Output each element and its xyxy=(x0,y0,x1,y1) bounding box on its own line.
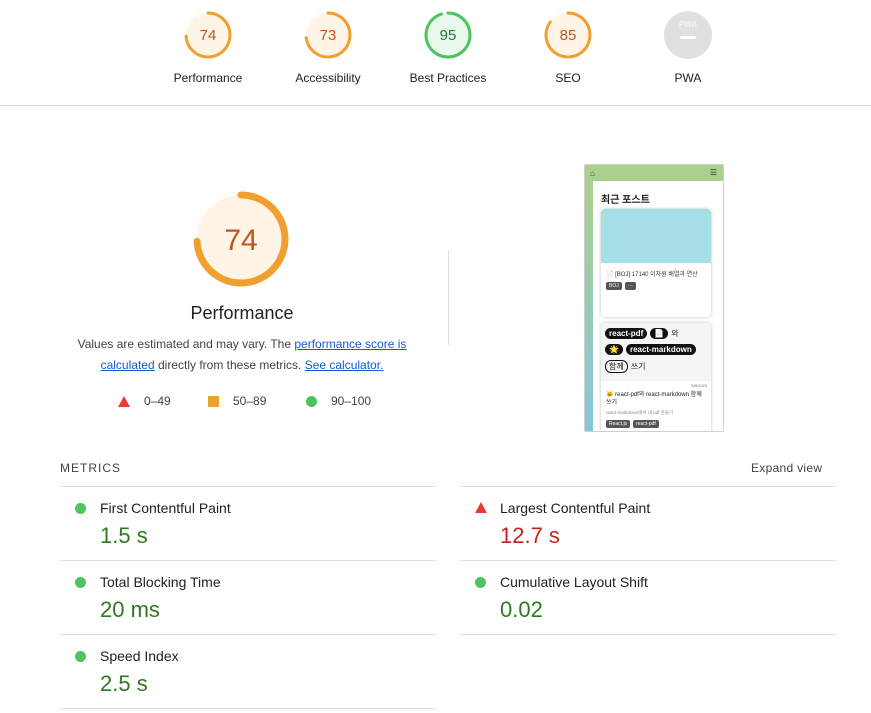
card-tag: react-pdf xyxy=(633,420,659,428)
gauge-label: Performance xyxy=(173,71,243,85)
metric-name: First Contentful Paint xyxy=(100,500,231,516)
pass-circle-icon xyxy=(75,651,86,662)
metric-cumulative-layout-shift: Cumulative Layout Shift 0.02 xyxy=(460,561,836,635)
performance-title: Performance xyxy=(190,303,294,323)
legend-fail: 0–49 xyxy=(118,394,171,408)
pass-circle-icon xyxy=(75,503,86,514)
metric-value: 2.5 s xyxy=(100,671,148,696)
card-pill-text: 와 xyxy=(671,329,679,338)
fail-triangle-icon xyxy=(475,502,487,513)
gauge-ring: 95 xyxy=(424,11,472,59)
svg-text:85: 85 xyxy=(560,27,577,44)
see-calculator-link[interactable]: See calculator. xyxy=(305,358,384,372)
gauge-ring: 74 xyxy=(184,11,232,59)
divider xyxy=(60,708,436,709)
metric-largest-contentful-paint: Largest Contentful Paint 12.7 s xyxy=(460,487,836,561)
card-subtitle: react-markdown에서 내 pdf 만들기 xyxy=(606,410,674,415)
metrics-heading: METRICS xyxy=(60,461,121,475)
gauge-label: Best Practices xyxy=(409,71,487,85)
metric-name: Speed Index xyxy=(100,648,179,664)
circle-icon xyxy=(306,395,317,407)
card-title: 🐱 react-pdf와 react-markdown 함께 쓰기 xyxy=(606,392,702,406)
card-pill: 함께 xyxy=(605,360,628,373)
card-tag: React.js xyxy=(606,420,631,428)
card-date: 6/8/2023 xyxy=(691,383,707,388)
square-icon xyxy=(208,395,219,407)
category-gauges-bar: 74 Performance 73 Accessibility 95 Best … xyxy=(0,0,871,106)
legend-pass: 90–100 xyxy=(306,394,371,408)
gauge-pwa[interactable]: PWA PWA xyxy=(628,10,748,85)
card-tag: ··· xyxy=(624,282,636,290)
pass-circle-icon xyxy=(475,577,486,588)
gauge-label: SEO xyxy=(555,71,581,85)
legend-range: 0–49 xyxy=(144,394,171,408)
metric-first-contentful-paint: First Contentful Paint 1.5 s xyxy=(60,487,436,561)
pwa-badge-icon: PWA xyxy=(664,11,712,59)
triangle-icon xyxy=(118,395,130,407)
card-pill: react-markdown xyxy=(625,344,696,355)
svg-text:95: 95 xyxy=(440,27,457,44)
metric-name: Cumulative Layout Shift xyxy=(500,574,648,590)
pass-circle-icon xyxy=(75,577,86,588)
legend-average: 50–89 xyxy=(208,394,266,408)
metric-total-blocking-time: Total Blocking Time 20 ms xyxy=(60,561,436,635)
metric-value: 20 ms xyxy=(100,597,160,622)
gauge-label: Accessibility xyxy=(295,71,361,85)
thumb-body: 최근 포스트 📄 [BOJ] 17140 이차원 배열과 연산 BOJ ··· … xyxy=(593,181,723,431)
gauge-label: PWA xyxy=(674,71,702,85)
legend-range: 90–100 xyxy=(331,394,372,408)
thumb-card: react-pdf 📄 와 🌟 react-markdown 함께 쓰기 6/8… xyxy=(601,323,711,431)
gauge-ring: 85 xyxy=(544,11,592,59)
card-tag: BOJ xyxy=(606,282,622,290)
card-pill-text: 쓰기 xyxy=(630,362,646,371)
gauge-ring: 73 xyxy=(304,11,352,59)
card-pill: 📄 xyxy=(650,328,669,339)
gauge-seo[interactable]: 85 SEO xyxy=(508,10,628,85)
home-icon: ⌂ xyxy=(590,169,595,178)
performance-description: Values are estimated and may vary. The p… xyxy=(60,334,424,376)
metric-name: Largest Contentful Paint xyxy=(500,500,651,516)
metric-name: Total Blocking Time xyxy=(100,574,221,590)
thumb-card: 📄 [BOJ] 17140 이차원 배열과 연산 BOJ ··· xyxy=(601,209,711,317)
vertical-divider xyxy=(448,250,449,345)
gauge-best-practices[interactable]: 95 Best Practices xyxy=(388,10,508,85)
thumb-heading: 최근 포스트 xyxy=(601,195,650,206)
card-title: 📄 [BOJ] 17140 이차원 배열과 연산 xyxy=(606,272,698,278)
thumb-header: ⌂ ☰ xyxy=(585,165,723,181)
divider xyxy=(460,634,836,635)
metric-value: 12.7 s xyxy=(500,523,560,548)
metric-value: 0.02 xyxy=(500,597,543,622)
svg-text:74: 74 xyxy=(200,27,217,44)
expand-view-toggle[interactable]: Expand view xyxy=(751,461,822,475)
menu-icon: ☰ xyxy=(709,168,717,177)
thumb-sidebar xyxy=(585,181,593,431)
performance-gauge-large: 74 xyxy=(193,191,289,287)
card-pill: 🌟 xyxy=(605,344,623,355)
performance-score: 74 xyxy=(224,224,257,257)
legend-range: 50–89 xyxy=(233,394,267,408)
svg-text:PWA: PWA xyxy=(679,20,697,29)
svg-text:73: 73 xyxy=(320,27,337,44)
metric-value: 1.5 s xyxy=(100,523,148,548)
metric-speed-index: Speed Index 2.5 s xyxy=(60,635,436,709)
gauge-accessibility[interactable]: 73 Accessibility xyxy=(268,10,388,85)
card-pill: react-pdf xyxy=(605,328,648,339)
desc-text: Values are estimated and may vary. The xyxy=(77,337,295,351)
desc-text: directly from these metrics. xyxy=(154,358,305,372)
final-screenshot-thumbnail[interactable]: ⌂ ☰ 최근 포스트 📄 [BOJ] 17140 이차원 배열과 연산 BOJ … xyxy=(584,164,724,432)
card-image xyxy=(601,209,711,263)
gauge-performance[interactable]: 74 Performance xyxy=(148,10,268,85)
